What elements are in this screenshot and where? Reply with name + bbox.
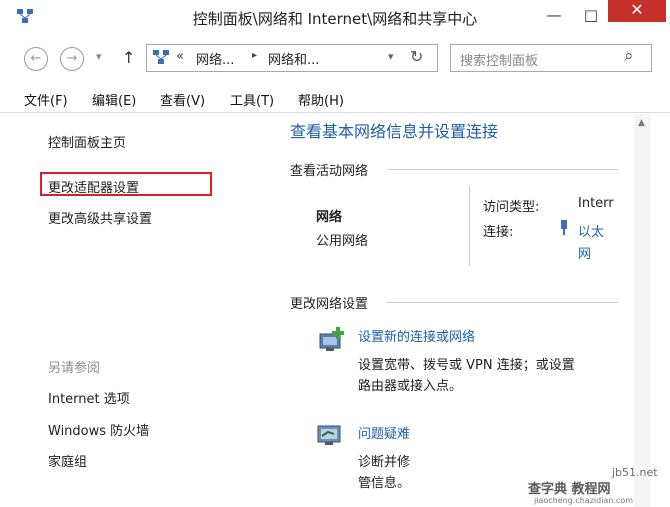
page-heading: 查看基本网络信息并设置连接	[290, 122, 499, 141]
connections-label: 连接:	[483, 225, 514, 240]
troubleshoot-icon	[316, 423, 344, 449]
troubleshoot-description-line1: 诊断并修	[358, 455, 411, 470]
control-panel-home-link[interactable]: 控制面板主页	[48, 132, 126, 151]
address-history-dropdown[interactable]: ▾	[388, 50, 394, 63]
change-advanced-sharing-link[interactable]: 更改高级共享设置	[48, 208, 152, 227]
homegroup-link[interactable]: 家庭组	[48, 451, 87, 470]
menu-edit[interactable]: 编辑(E)	[92, 90, 136, 109]
vertical-scrollbar[interactable]	[634, 114, 650, 507]
troubleshoot-description-line2: 管信息。	[358, 476, 411, 491]
close-button[interactable]: ✕	[608, 0, 666, 22]
menu-view[interactable]: 查看(V)	[160, 90, 205, 109]
back-button[interactable]: ←	[24, 47, 48, 71]
see-also-heading: 另请参阅	[48, 361, 101, 376]
setup-description-line1: 设置宽带、拨号或 VPN 连接；或设置	[358, 358, 575, 373]
access-type-value: Interr	[578, 196, 614, 211]
ethernet-icon[interactable]	[558, 219, 570, 237]
watermark-site: jb51.net	[612, 466, 658, 479]
setup-description-line2: 路由器或接入点。	[358, 379, 463, 394]
breadcrumb-network-internet[interactable]: 网络...	[196, 49, 234, 68]
maximize-button[interactable]: □	[572, 4, 610, 28]
troubleshoot-problems-link[interactable]: 问题疑难	[358, 423, 424, 442]
breadcrumb-overflow[interactable]: «	[176, 49, 184, 64]
breadcrumb-sharing-center[interactable]: 网络和...	[268, 49, 319, 68]
watermark-url: jiaocheng.chazidian.com	[534, 496, 634, 505]
network-name: 网络	[316, 210, 343, 225]
search-input-placeholder[interactable]: 搜索控制面板	[460, 50, 538, 69]
address-network-icon	[152, 49, 170, 65]
vertical-divider	[469, 186, 470, 266]
change-adapter-settings-link[interactable]: 更改适配器设置	[48, 177, 139, 196]
up-button[interactable]: ↑	[122, 48, 135, 67]
divider	[386, 302, 618, 303]
setup-new-connection-link[interactable]: 设置新的连接或网络	[358, 326, 475, 345]
windows-firewall-link[interactable]: Windows 防火墙	[48, 420, 149, 439]
change-network-settings-label: 更改网络设置	[290, 297, 369, 312]
forward-button[interactable]: →	[60, 47, 84, 71]
menu-file[interactable]: 文件(F)	[24, 90, 68, 109]
breadcrumb-separator-icon[interactable]: ▸	[252, 50, 257, 61]
menu-help[interactable]: 帮助(H)	[298, 90, 344, 109]
recent-pages-dropdown[interactable]: ▾	[96, 50, 102, 63]
ethernet-link-wrap[interactable]: 网	[578, 243, 591, 262]
internet-options-link[interactable]: Internet 选项	[48, 388, 130, 407]
divider	[388, 169, 618, 170]
scroll-up-arrow-icon[interactable]: ▲	[638, 118, 645, 128]
ethernet-link[interactable]: 以太	[578, 221, 604, 240]
active-networks-label: 查看活动网络	[290, 164, 369, 179]
minimize-button[interactable]: —	[535, 4, 573, 28]
menu-tools[interactable]: 工具(T)	[230, 90, 274, 109]
refresh-button[interactable]: ↻	[410, 47, 423, 66]
setup-connection-icon	[316, 326, 346, 354]
search-icon[interactable]: ⌕	[624, 46, 634, 66]
watermark: jb51.net 查字典 教程网 jiaocheng.chazidian.com	[520, 462, 670, 507]
network-type-link[interactable]: 公用网络	[316, 230, 368, 249]
watermark-brand: 查字典 教程网	[528, 482, 611, 497]
access-type-label: 访问类型:	[483, 200, 540, 215]
